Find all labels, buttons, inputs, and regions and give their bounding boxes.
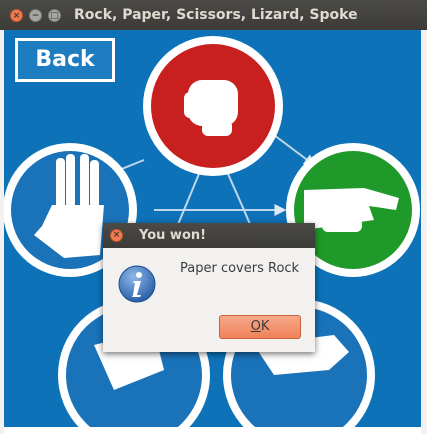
window-title: Rock, Paper, Scissors, Lizard, Spoke bbox=[74, 7, 358, 23]
window-close-button[interactable]: × bbox=[10, 9, 23, 22]
dialog-titlebar: × You won! bbox=[103, 223, 315, 248]
dialog-message: Paper covers Rock bbox=[180, 261, 300, 276]
window-minimize-button[interactable]: − bbox=[29, 9, 42, 22]
dialog-close-button[interactable]: × bbox=[110, 229, 123, 242]
window-titlebar: × − □ Rock, Paper, Scissors, Lizard, Spo… bbox=[0, 0, 427, 31]
ok-label-rest: K bbox=[260, 319, 270, 334]
info-icon bbox=[118, 265, 156, 303]
ok-mnemonic: O bbox=[250, 319, 261, 334]
ok-button[interactable]: OK bbox=[219, 315, 301, 339]
window-maximize-button[interactable]: □ bbox=[48, 9, 61, 22]
back-button[interactable]: Back bbox=[15, 38, 115, 82]
dialog-title: You won! bbox=[139, 228, 207, 243]
result-dialog: × You won! Paper covers Rock OK bbox=[103, 223, 315, 352]
window-border-right bbox=[421, 30, 427, 434]
choice-rock[interactable] bbox=[143, 36, 283, 176]
